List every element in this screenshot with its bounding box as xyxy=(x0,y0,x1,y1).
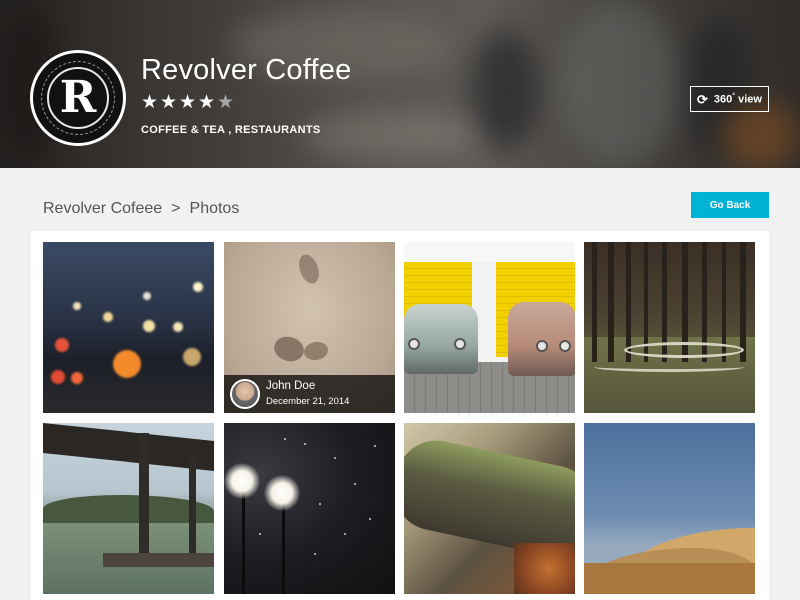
breadcrumb-current: Photos xyxy=(189,200,240,217)
star-filled-icon: ★ xyxy=(141,92,159,113)
360-view-button[interactable]: ⟳ 360° view xyxy=(690,86,769,112)
hero-banner: R Revolver Coffee ★ ★ ★ ★ ★ COFFEE & TEA , R… xyxy=(0,0,800,168)
star-empty-icon: ★ xyxy=(217,92,235,113)
breadcrumb: Revolver Cofeee > Photos xyxy=(43,200,239,218)
star-filled-icon: ★ xyxy=(160,92,178,113)
refresh-icon: ⟳ xyxy=(697,91,708,107)
caption-date: December 21, 2014 xyxy=(266,396,350,407)
photo-forest-path[interactable] xyxy=(584,242,755,413)
photo-caption: John Doe December 21, 2014 xyxy=(224,375,395,413)
photo-river-dock[interactable] xyxy=(43,423,214,594)
photo-desert-dunes[interactable] xyxy=(584,423,755,594)
photo-city-night[interactable] xyxy=(43,242,214,413)
photo-vintage-cars[interactable] xyxy=(404,242,575,413)
360-view-label: 360° view xyxy=(713,92,762,106)
business-logo: R xyxy=(30,50,126,146)
business-categories: COFFEE & TEA , RESTAURANTS xyxy=(141,124,321,136)
photo-sand-footprints[interactable]: John Doe December 21, 2014 xyxy=(224,242,395,413)
star-rating: ★ ★ ★ ★ ★ xyxy=(141,92,236,114)
photo-gallery: John Doe December 21, 2014 xyxy=(31,231,769,600)
business-name: Revolver Coffee xyxy=(141,54,352,86)
star-filled-icon: ★ xyxy=(179,92,197,113)
breadcrumb-parent[interactable]: Revolver Cofeee xyxy=(43,200,162,217)
photo-night-lamps[interactable] xyxy=(224,423,395,594)
photo-mossy-log[interactable] xyxy=(404,423,575,594)
caption-author[interactable]: John Doe xyxy=(266,380,315,392)
go-back-button[interactable]: Go Back xyxy=(691,192,769,218)
avatar[interactable] xyxy=(230,379,260,409)
star-filled-icon: ★ xyxy=(198,92,216,113)
logo-letter: R xyxy=(59,72,97,123)
breadcrumb-separator: > xyxy=(171,200,181,217)
